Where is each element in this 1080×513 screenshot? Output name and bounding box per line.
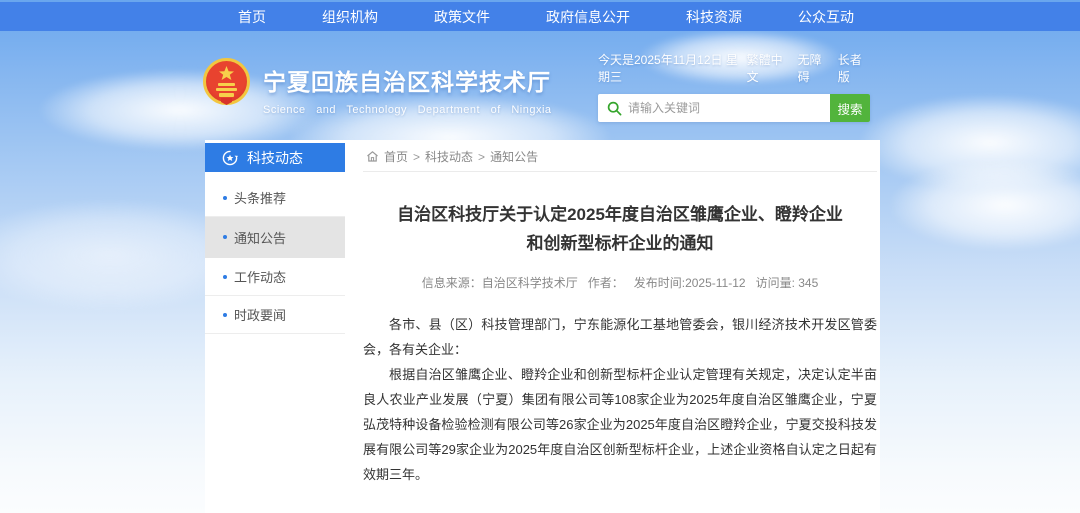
search-bar: 搜索 — [598, 94, 870, 122]
top-navigation-items: 首页 组织机构 政策文件 政府信息公开 科技资源 公众互动 — [238, 7, 854, 27]
current-date-text: 今天是2025年11月12日 星期三 — [598, 51, 747, 85]
tech-news-icon — [222, 150, 238, 166]
page: 首页 组织机构 政策文件 政府信息公开 科技资源 公众互动 宁夏回族自治区科学技… — [0, 0, 1080, 513]
sidebar-item-label: 通知公告 — [234, 228, 286, 247]
breadcrumb-tech-news[interactable]: 科技动态 — [425, 148, 473, 165]
article-meta: 信息来源：自治区科学技术厅 作者： 发布时间:2025-11-12 访问量: 3… — [363, 274, 877, 291]
sidebar-item-label: 头条推荐 — [234, 188, 286, 207]
sidebar-item-work-updates[interactable]: 工作动态 — [205, 258, 345, 296]
emblem-star-icon — [203, 58, 250, 108]
article-title-line1: 自治区科技厅关于认定2025年度自治区雏鹰企业、瞪羚企业 — [397, 205, 843, 224]
cloud-decoration — [860, 95, 1080, 190]
sidebar-item-headlines[interactable]: 头条推荐 — [205, 179, 345, 217]
nav-item-gov-info-disclosure[interactable]: 政府信息公开 — [546, 7, 630, 27]
search-icon — [598, 101, 628, 116]
header-utility-area: 今天是2025年11月12日 星期三 繁體中文 无障碍 长者版 搜索 — [598, 51, 870, 122]
brand-text: 宁夏回族自治区科学技术厅 Science and Technology Depa… — [263, 58, 552, 116]
search-input[interactable] — [628, 94, 830, 122]
site-brand: 宁夏回族自治区科学技术厅 Science and Technology Depa… — [203, 58, 552, 116]
meta-visit-count: 访问量: 345 — [756, 274, 819, 291]
sidebar: 科技动态 头条推荐 通知公告 工作动态 时政要闻 — [205, 143, 345, 334]
article-paragraph: 根据自治区雏鹰企业、瞪羚企业和创新型标杆企业认定管理有关规定，决定认定半亩良人农… — [363, 362, 877, 487]
site-title: 宁夏回族自治区科学技术厅 — [263, 63, 552, 97]
bullet-dot-icon — [223, 196, 227, 200]
sidebar-header: 科技动态 — [205, 143, 345, 172]
nav-item-home[interactable]: 首页 — [238, 7, 266, 27]
top-links-row: 今天是2025年11月12日 星期三 繁體中文 无障碍 长者版 — [598, 51, 870, 85]
breadcrumb: 首页 > 科技动态 > 通知公告 — [363, 142, 877, 172]
meta-publish-time: 发布时间:2025-11-12 — [634, 274, 746, 291]
national-emblem-logo — [203, 58, 250, 108]
sidebar-list: 头条推荐 通知公告 工作动态 时政要闻 — [205, 179, 345, 334]
meta-source: 信息来源：自治区科学技术厅 — [422, 274, 578, 291]
breadcrumb-separator: > — [413, 150, 420, 164]
nav-item-policy-documents[interactable]: 政策文件 — [434, 7, 490, 27]
site-subtitle: Science and Technology Department of Nin… — [263, 104, 552, 116]
nav-item-organization[interactable]: 组织机构 — [322, 7, 378, 27]
link-senior-version[interactable]: 长者版 — [838, 51, 870, 85]
meta-author: 作者： — [588, 274, 624, 291]
article-title-line2: 和创新型标杆企业的通知 — [527, 234, 714, 253]
sidebar-item-label: 时政要闻 — [234, 305, 286, 324]
article-paragraph: 各市、县（区）科技管理部门，宁东能源化工基地管委会，银川经济技术开发区管委会，各… — [363, 312, 877, 362]
article-title: 自治区科技厅关于认定2025年度自治区雏鹰企业、瞪羚企业 和创新型标杆企业的通知 — [363, 201, 877, 259]
link-traditional-chinese[interactable]: 繁體中文 — [747, 51, 790, 85]
search-button[interactable]: 搜索 — [830, 94, 870, 122]
bullet-dot-icon — [223, 313, 227, 317]
nav-item-public-interaction[interactable]: 公众互动 — [798, 7, 854, 27]
breadcrumb-separator: > — [478, 150, 485, 164]
sidebar-item-notices[interactable]: 通知公告 — [205, 217, 345, 258]
bullet-dot-icon — [223, 235, 227, 239]
breadcrumb-current: 通知公告 — [490, 148, 538, 165]
main-content: 首页 > 科技动态 > 通知公告 自治区科技厅关于认定2025年度自治区雏鹰企业… — [363, 140, 877, 513]
breadcrumb-home[interactable]: 首页 — [384, 148, 408, 165]
sidebar-item-current-politics[interactable]: 时政要闻 — [205, 296, 345, 334]
sidebar-title: 科技动态 — [247, 148, 303, 168]
cloud-decoration — [890, 160, 1080, 250]
sidebar-item-label: 工作动态 — [234, 267, 286, 286]
language-links: 繁體中文 无障碍 长者版 — [747, 51, 870, 85]
content-card: 科技动态 头条推荐 通知公告 工作动态 时政要闻 — [205, 140, 880, 513]
article-body: 各市、县（区）科技管理部门，宁东能源化工基地管委会，银川经济技术开发区管委会，各… — [363, 312, 877, 487]
bullet-dot-icon — [223, 275, 227, 279]
top-navigation: 首页 组织机构 政策文件 政府信息公开 科技资源 公众互动 — [0, 2, 1080, 31]
nav-item-tech-resources[interactable]: 科技资源 — [686, 7, 742, 27]
link-accessibility[interactable]: 无障碍 — [798, 51, 830, 85]
home-icon — [366, 150, 379, 163]
